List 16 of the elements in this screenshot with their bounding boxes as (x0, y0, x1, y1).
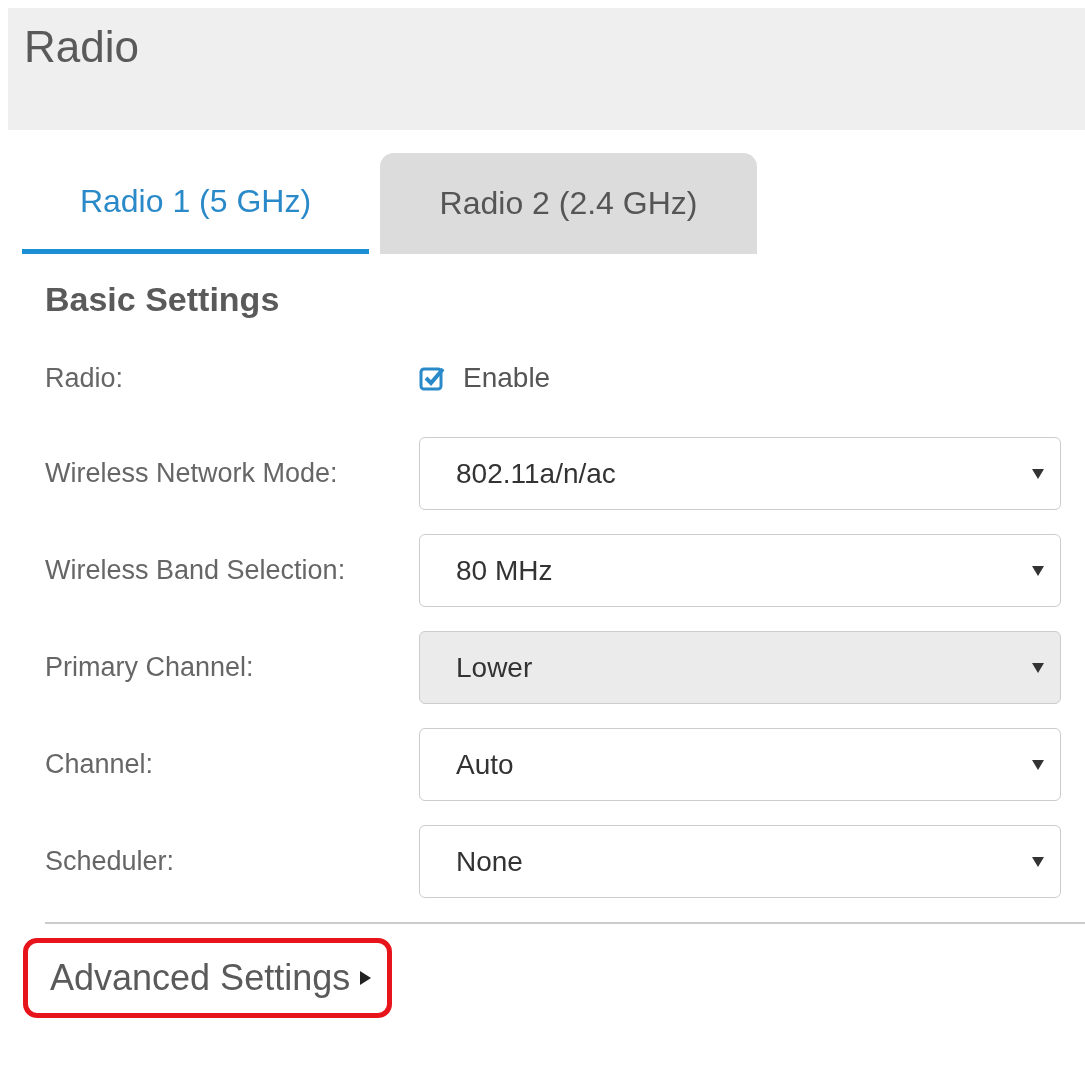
field-label: Wireless Network Mode: (45, 458, 339, 489)
tab[interactable]: Radio 2 (2.4 GHz) (380, 153, 757, 254)
field-label: Channel: (45, 749, 155, 780)
dropdown[interactable]: 80 MHz (419, 534, 1061, 607)
section-title: Basic Settings (45, 280, 281, 319)
field-label: Scheduler: (45, 846, 176, 877)
field-label: Primary Channel: (45, 652, 255, 683)
checkbox[interactable] (419, 365, 445, 391)
dropdown[interactable]: Auto (419, 728, 1061, 801)
checkbox-label: Enable (463, 362, 551, 394)
advanced-settings-link[interactable]: Advanced Settings (23, 938, 393, 1018)
field-label: Wireless Band Selection: (45, 555, 347, 586)
page-title: Radio (24, 22, 140, 72)
field-label: Radio: (45, 362, 125, 394)
dropdown[interactable]: None (419, 825, 1061, 898)
dropdown[interactable]: 802.11a/n/ac (419, 437, 1061, 510)
